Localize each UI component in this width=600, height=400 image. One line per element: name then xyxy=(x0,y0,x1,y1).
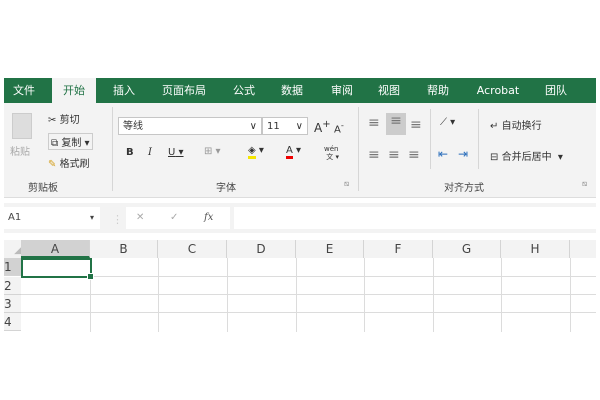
tab-file[interactable]: 文件 xyxy=(4,78,44,103)
enter-button[interactable]: ✓ xyxy=(170,207,178,229)
align-left-button[interactable]: ≡ xyxy=(368,147,380,163)
scissors-icon: ✂ xyxy=(48,115,57,126)
tab-team[interactable]: 团队 xyxy=(538,78,574,103)
formula-buttons: ✕ ✓ fx xyxy=(126,207,230,229)
font-dialog-launcher[interactable]: ⧅ xyxy=(344,179,349,189)
decrease-indent-button[interactable]: ⇤ xyxy=(438,147,448,161)
grip-icon: ⋮ xyxy=(112,213,123,226)
paste-icon xyxy=(12,113,32,139)
wrap-text-button[interactable]: ↵ 自动换行 xyxy=(490,117,542,132)
cut-button[interactable]: ✂ 剪切 xyxy=(48,111,80,126)
cancel-button[interactable]: ✕ xyxy=(136,207,144,229)
fill-color-button[interactable]: ◈ ▾ xyxy=(248,145,264,159)
column-header-f[interactable]: F xyxy=(364,240,433,258)
tab-help[interactable]: 帮助 xyxy=(420,78,456,103)
format-painter-label: 格式刷 xyxy=(59,159,90,170)
orientation-button[interactable]: ⟋ ▾ xyxy=(440,117,455,128)
copy-button[interactable]: ⧉ 复制 ▾ xyxy=(48,133,93,150)
tab-formulas[interactable]: 公式 xyxy=(226,78,262,103)
brush-icon: ✎ xyxy=(48,159,57,170)
alignment-group-label: 对齐方式 xyxy=(444,183,484,194)
tab-view[interactable]: 视图 xyxy=(371,78,407,103)
tab-insert[interactable]: 插入 xyxy=(104,78,144,103)
formula-input[interactable] xyxy=(234,207,596,229)
grow-font-button[interactable]: A+ xyxy=(314,119,331,135)
column-header-e[interactable]: E xyxy=(296,240,364,258)
alignment-dialog-launcher[interactable]: ⧅ xyxy=(582,179,587,189)
font-name-select[interactable]: 等线 ∨ xyxy=(118,117,262,135)
row-header-2[interactable]: 2 xyxy=(4,277,21,295)
row-header-4[interactable]: 4 xyxy=(4,313,21,331)
merge-label: 合并后居中 xyxy=(501,152,552,163)
merge-icon: ⊟ xyxy=(490,152,499,163)
column-header-d[interactable]: D xyxy=(227,240,296,258)
select-all-button[interactable]: ◢ xyxy=(4,240,21,258)
align-right-button[interactable]: ≡ xyxy=(408,147,420,163)
tab-review[interactable]: 审阅 xyxy=(324,78,360,103)
column-header-b[interactable]: B xyxy=(90,240,158,258)
increase-indent-button[interactable]: ⇥ xyxy=(458,147,468,161)
italic-button[interactable]: I xyxy=(148,147,152,158)
wrap-icon: ↵ xyxy=(490,121,499,132)
tab-data[interactable]: 数据 xyxy=(274,78,310,103)
formula-bar-area: A1 ▾ ⋮ ✕ ✓ fx xyxy=(4,203,596,233)
align-center-button[interactable]: ≡ xyxy=(388,147,400,163)
align-top-button[interactable]: ≡ xyxy=(368,115,380,131)
font-color-button[interactable]: A ▾ xyxy=(286,145,301,159)
column-header-c[interactable]: C xyxy=(158,240,227,258)
row-header-3[interactable]: 3 xyxy=(4,295,21,313)
column-header-h[interactable]: H xyxy=(501,240,570,258)
row-header-1[interactable]: 1 xyxy=(4,258,21,276)
bold-button[interactable]: B xyxy=(126,147,134,158)
align-middle-button[interactable]: ≡ xyxy=(386,113,406,135)
name-box[interactable]: A1 ▾ xyxy=(4,207,100,229)
paste-button[interactable]: 粘贴 xyxy=(10,143,30,158)
align-bottom-button[interactable]: ≡ xyxy=(410,117,422,133)
ribbon: 粘贴 ✂ 剪切 ⧉ 复制 ▾ ✎ 格式刷 剪贴板 等线 ∨ 11 ∨ A+ A- B… xyxy=(4,103,596,198)
font-color-icon: A xyxy=(286,145,293,159)
insert-function-button[interactable]: fx xyxy=(204,207,213,229)
cut-label: 剪切 xyxy=(59,115,80,126)
column-header-g[interactable]: G xyxy=(433,240,501,258)
phonetic-button[interactable]: wén 文 ▾ xyxy=(324,145,339,161)
tab-acrobat[interactable]: Acrobat xyxy=(470,78,526,103)
column-header-a[interactable]: A xyxy=(21,240,90,258)
font-size-select[interactable]: 11 ∨ xyxy=(262,117,308,135)
tab-home[interactable]: 开始 xyxy=(52,78,96,103)
underline-button[interactable]: U ▾ xyxy=(168,147,184,158)
border-button[interactable]: ⊞ ▾ xyxy=(204,146,221,157)
merge-center-button[interactable]: ⊟ 合并后居中 ▾ xyxy=(490,148,563,163)
clipboard-group-label: 剪贴板 xyxy=(28,183,58,194)
column-header-partial[interactable] xyxy=(570,240,596,258)
fill-handle[interactable] xyxy=(87,273,94,280)
wrap-label: 自动换行 xyxy=(501,121,542,132)
format-painter-button[interactable]: ✎ 格式刷 xyxy=(48,155,90,170)
copy-label: 复制 xyxy=(61,138,82,149)
tab-page-layout[interactable]: 页面布局 xyxy=(156,78,212,103)
shrink-font-button[interactable]: A- xyxy=(334,120,344,135)
active-cell-a1[interactable] xyxy=(21,258,92,278)
font-group-label: 字体 xyxy=(216,183,236,194)
fill-bucket-icon: ◈ xyxy=(248,145,256,159)
ribbon-tabs: 文件 开始 插入 页面布局 公式 数据 审阅 视图 帮助 Acrobat 团队 xyxy=(4,78,596,103)
copy-icon: ⧉ xyxy=(51,138,59,149)
